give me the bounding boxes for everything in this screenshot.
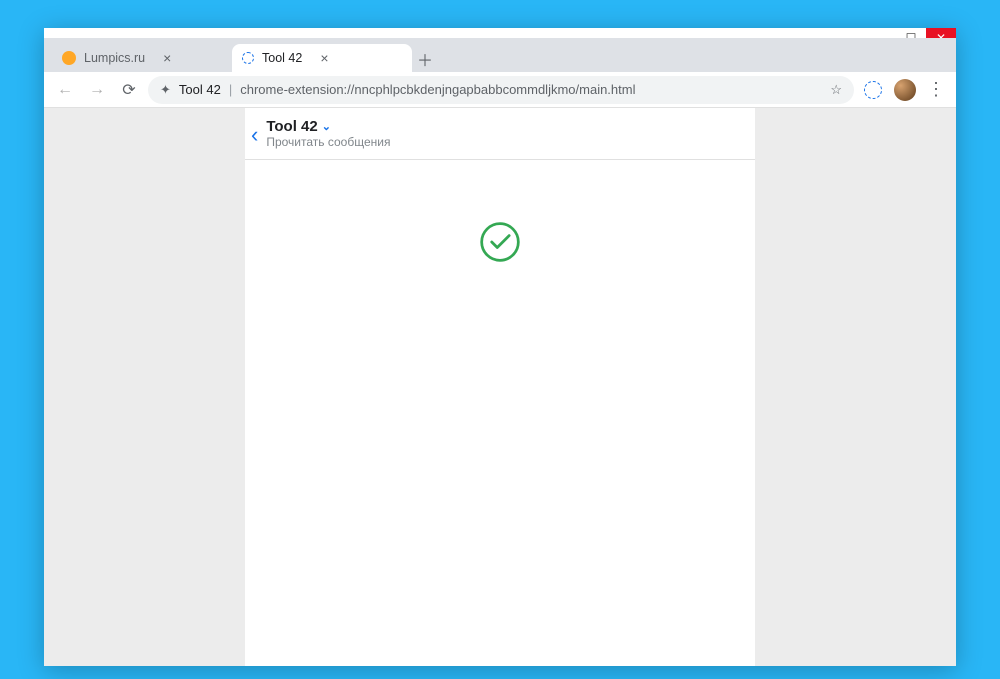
tab-lumpics[interactable]: Lumpics.ru ×	[52, 44, 232, 72]
bookmark-star-icon[interactable]: ☆	[830, 82, 842, 98]
tab-title: Tool 42	[262, 51, 302, 65]
extension-icon: ✦	[160, 82, 171, 98]
chrome-menu-button[interactable]: ⋮	[924, 79, 948, 100]
extension-button[interactable]	[860, 77, 886, 103]
arrow-left-icon: ←	[57, 81, 73, 99]
profile-button[interactable]	[892, 77, 918, 103]
page-back-button[interactable]: ‹	[251, 118, 258, 148]
browser-window: — ☐ ✕ Lumpics.ru × Tool 42 × ＋ ← → ⟳ ✦ T…	[44, 28, 956, 666]
nav-forward-button[interactable]: →	[84, 77, 110, 103]
checkmark-circle-icon	[478, 220, 522, 264]
avatar-icon	[894, 79, 916, 101]
tab-close-icon[interactable]: ×	[320, 50, 328, 66]
page-title: Tool 42	[266, 118, 317, 135]
nav-back-button[interactable]: ←	[52, 77, 78, 103]
page-title-dropdown[interactable]: Tool 42 ⌄	[266, 118, 390, 135]
chevron-down-icon: ⌄	[322, 120, 331, 133]
arrow-right-icon: →	[89, 81, 105, 99]
toolbar: ← → ⟳ ✦ Tool 42 | chrome-extension://nnc…	[44, 72, 956, 108]
page-viewport: ‹ Tool 42 ⌄ Прочитать сообщения	[44, 108, 956, 666]
tab-close-icon[interactable]: ×	[163, 50, 171, 66]
favicon-icon	[242, 52, 254, 64]
tab-tool42[interactable]: Tool 42 ×	[232, 44, 412, 72]
page-subtitle: Прочитать сообщения	[266, 135, 390, 149]
new-tab-button[interactable]: ＋	[412, 46, 438, 72]
page-header: ‹ Tool 42 ⌄ Прочитать сообщения	[245, 108, 755, 160]
page-title-block: Tool 42 ⌄ Прочитать сообщения	[266, 118, 390, 149]
address-label: Tool 42	[179, 82, 221, 97]
chevron-left-icon: ‹	[251, 122, 258, 147]
tool42-ext-icon	[864, 81, 882, 99]
address-url: chrome-extension://nncphlpcbkdenjngapbab…	[240, 82, 822, 97]
reload-icon: ⟳	[122, 80, 135, 100]
address-separator: |	[229, 82, 232, 97]
nav-reload-button[interactable]: ⟳	[116, 77, 142, 103]
window-titlebar: — ☐ ✕	[44, 28, 956, 38]
tab-strip: Lumpics.ru × Tool 42 × ＋	[44, 38, 956, 72]
address-bar[interactable]: ✦ Tool 42 | chrome-extension://nncphlpcb…	[148, 76, 854, 104]
success-indicator	[245, 220, 755, 264]
tool42-page: ‹ Tool 42 ⌄ Прочитать сообщения	[245, 108, 755, 666]
tab-title: Lumpics.ru	[84, 51, 145, 65]
favicon-icon	[62, 51, 76, 65]
